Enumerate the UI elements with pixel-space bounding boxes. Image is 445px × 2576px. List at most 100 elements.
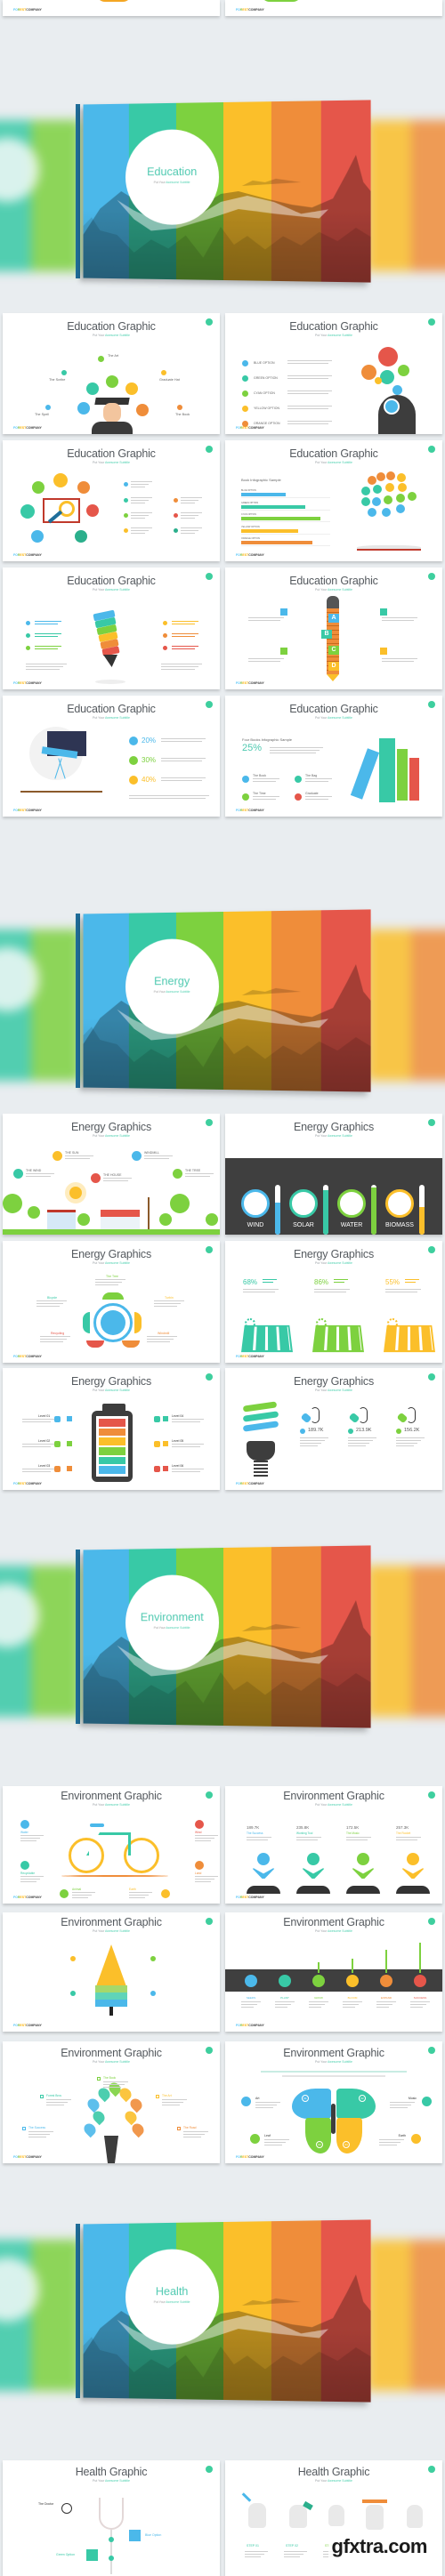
text-line (382, 620, 414, 621)
health-slide-1[interactable]: Health Graphic Put Your Awesome Subtitle… (3, 2460, 220, 2576)
education-slide-5[interactable]: Education Graphic Put Your Awesome Subti… (3, 568, 220, 689)
tooth-sparkle-icon (407, 2505, 423, 2528)
energy-slide-2[interactable]: Energy Graphics Put Your Awesome Subtitl… (225, 1114, 442, 1235)
tooth-braces-icon (328, 2505, 344, 2526)
text-line (348, 1440, 373, 1441)
environment-slide-3[interactable]: Environment Graphic Put Your Awesome Sub… (3, 1912, 220, 2032)
energy-slide-6[interactable]: Energy Graphics Put Your Awesome Subtitl… (225, 1368, 442, 1490)
hero-slide-health[interactable]: Health Put Your Awesome Subtitle (0, 2170, 445, 2446)
text-line (348, 1437, 376, 1438)
atom-icon (77, 402, 90, 415)
slide-title: Energy Graphics (293, 1248, 375, 1260)
bar-label: YELLOW OPTION (241, 525, 260, 528)
page-number-badge (428, 1119, 435, 1126)
text-line (248, 658, 284, 659)
text-line (270, 750, 320, 751)
heart-icon (129, 2530, 141, 2541)
text-line (195, 1838, 214, 1839)
stat-value: 235.8K (296, 1825, 310, 1830)
option-label: BLUE OPTION (254, 361, 275, 365)
spell-icon (45, 405, 51, 410)
slide-subtitle: Put Your Awesome Subtitle (93, 716, 130, 720)
stat-icon (129, 737, 138, 745)
value-icon (300, 1429, 305, 1434)
hero-slide-environment[interactable]: Environment Put Your Awesome Subtitle (0, 1512, 445, 1743)
text-line (379, 2142, 400, 2143)
education-slide-6[interactable]: Education Graphic Put Your Awesome Subti… (225, 568, 442, 689)
environment-slide-6[interactable]: Environment Graphic Put Your Awesome Sub… (225, 2041, 442, 2163)
education-slide-4[interactable]: Education Graphic Put Your Awesome Subti… (225, 440, 442, 561)
text-line (36, 1300, 67, 1301)
text-line (253, 799, 276, 800)
item-icon (295, 776, 302, 783)
text-line (348, 1443, 369, 1444)
energy-slide-1[interactable]: Energy Graphics Put Your Awesome Subtitl… (3, 1114, 220, 1235)
text-line (131, 484, 149, 485)
brand-logo: FORESTCOMPANY (236, 1355, 264, 1358)
bullet-dot (124, 528, 128, 533)
item-icon (242, 793, 249, 801)
stat-percent: 55% (385, 1278, 400, 1286)
text-line (22, 1471, 51, 1472)
energy-label: WATER (340, 1222, 363, 1228)
bar-label: GREEN OPTION (241, 501, 259, 504)
slide-title: Environment Graphic (61, 1916, 162, 1928)
item-number-badge (132, 1151, 142, 1161)
level-square (163, 1466, 168, 1471)
item-label: The Time (253, 792, 266, 795)
value-text: 189.7K (308, 1428, 324, 1433)
text-line (172, 633, 198, 634)
slide-subtitle: Put Your Awesome Subtitle (315, 2060, 352, 2064)
text-line (20, 1835, 44, 1836)
bar-track (241, 533, 330, 535)
letter: A (331, 615, 336, 621)
text-line (172, 636, 195, 637)
globe-land (101, 1310, 125, 1335)
education-slide-2[interactable]: Education Graphic Put Your Awesome Subti… (225, 313, 442, 434)
environment-slide-5[interactable]: Environment Graphic Put Your Awesome Sub… (3, 2041, 220, 2163)
chart-heading: Book Infographic Sample (241, 478, 281, 482)
toothbrush-icon (362, 2500, 387, 2503)
step-label: STEP 02 (286, 2544, 298, 2548)
environment-slide-2[interactable]: Environment Graphic Put Your Awesome Sub… (225, 1786, 442, 1904)
bar-fill (241, 517, 320, 520)
hero-slide-energy[interactable]: Energy Put Your Awesome Subtitle (0, 854, 445, 1103)
education-slide-7[interactable]: Education Graphic Put Your Awesome Subti… (3, 696, 220, 817)
text-line (20, 1881, 36, 1882)
level-label: Level 01 (38, 1414, 51, 1418)
step-label: SUCCESS (413, 1996, 427, 2000)
step-circle (279, 1975, 291, 1987)
text-line (287, 423, 328, 424)
item-icon (195, 1820, 204, 1829)
page-number-badge (428, 573, 435, 580)
hero-slide-education[interactable]: Education Put Your Awesome Subtitle (0, 27, 445, 302)
text-line (245, 2554, 264, 2555)
bar-label: ORANGE OPTION (241, 537, 261, 540)
text-line (396, 1445, 414, 1446)
text-line (35, 646, 61, 647)
energy-slide-3[interactable]: Energy Graphics Put Your Awesome Subtitl… (3, 1241, 220, 1363)
energy-label: WIND (247, 1222, 264, 1228)
brand-logo: FORESTCOMPANY (236, 426, 264, 430)
energy-slide-4[interactable]: Energy Graphics Put Your Awesome Subtitl… (225, 1241, 442, 1363)
wing-top-left (292, 2089, 331, 2119)
text-line (300, 1443, 321, 1444)
item-label: The Art (162, 2094, 172, 2097)
education-slide-8[interactable]: Education Graphic Put Your Awesome Subti… (225, 696, 442, 817)
level-icon (54, 1466, 61, 1472)
level-icon (54, 1441, 61, 1447)
text-line (131, 527, 152, 528)
education-slide-3[interactable]: Education Graphic Put Your Awesome Subti… (3, 440, 220, 561)
item-label: Earth (129, 1888, 136, 1891)
slide-title: Environment Graphic (61, 1790, 162, 1802)
text-line (161, 669, 195, 670)
education-slide-1[interactable]: Education Graphic Put Your Awesome Subti… (3, 313, 220, 434)
text-line (270, 747, 323, 748)
text-line (26, 1176, 51, 1177)
tree-icon (77, 1213, 90, 1226)
environment-slide-1[interactable]: Environment Graphic Put Your Awesome Sub… (3, 1786, 220, 1904)
partial-slide-right: FORESTCOMPANY (225, 0, 442, 16)
energy-slide-5[interactable]: Energy Graphics Put Your Awesome Subtitl… (3, 1368, 220, 1490)
environment-slide-4[interactable]: Environment Graphic Put Your Awesome Sub… (225, 1912, 442, 2032)
health-slide-2[interactable]: Health Graphic Put Your Awesome Subtitle… (225, 2460, 442, 2576)
